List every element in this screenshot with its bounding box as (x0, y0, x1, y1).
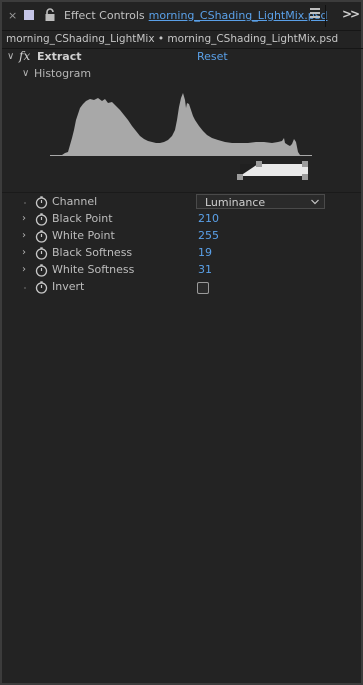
histogram-shape (50, 93, 312, 156)
channel-label: Channel (52, 195, 98, 208)
stopwatch-icon[interactable] (35, 196, 48, 209)
white-softness-handle (302, 174, 308, 180)
white-point-label: White Point (52, 229, 115, 242)
close-panel-icon[interactable]: × (8, 9, 17, 22)
params-separator (2, 192, 361, 193)
param-row-channel[interactable]: Channel Luminance (2, 194, 361, 211)
expand-chevron-icon[interactable]: › (22, 230, 26, 241)
effect-expand-chevron-icon[interactable]: ∨ (7, 51, 14, 62)
stopwatch-icon[interactable] (35, 247, 48, 260)
histogram-chart (50, 93, 312, 180)
histogram-label: Histogram (34, 67, 92, 80)
panel-title: Effect Controls morning_CShading_LightMix… (64, 9, 327, 22)
expand-chevron-icon[interactable]: › (22, 213, 26, 224)
panel-menu-icon[interactable] (310, 8, 320, 20)
black-softness-handle (237, 174, 243, 180)
white-point-value[interactable]: 255 (198, 229, 219, 242)
invert-label: Invert (52, 280, 85, 293)
no-expand-indicator (24, 202, 26, 204)
param-row-white-softness[interactable]: › White Softness 31 (2, 262, 361, 279)
histogram-expand-chevron-icon[interactable]: ∨ (22, 68, 29, 79)
effect-row-extract[interactable]: ∨ fx Extract Reset (2, 49, 361, 66)
white-softness-value[interactable]: 31 (198, 263, 212, 276)
param-row-black-softness[interactable]: › Black Softness 19 (2, 245, 361, 262)
param-row-white-point[interactable]: › White Point 255 (2, 228, 361, 245)
no-expand-indicator (24, 287, 26, 289)
white-softness-label: White Softness (52, 263, 135, 276)
effect-controls-panel: × Effect Controls morning_CShading_LightM… (0, 0, 363, 685)
panel-header: × Effect Controls morning_CShading_LightM… (2, 2, 361, 31)
channel-dropdown[interactable]: Luminance (196, 194, 325, 209)
white-point-handle (302, 161, 308, 167)
fx-toggle-icon[interactable]: fx (19, 49, 30, 63)
invert-checkbox[interactable] (197, 282, 209, 294)
lock-icon[interactable] (44, 8, 56, 22)
histogram-row[interactable]: ∨ Histogram (2, 66, 361, 83)
black-point-label: Black Point (52, 212, 113, 225)
expand-chevron-icon[interactable]: › (22, 264, 26, 275)
channel-selected-value: Luminance (205, 196, 266, 209)
expand-chevron-icon[interactable]: › (22, 247, 26, 258)
stopwatch-icon[interactable] (35, 230, 48, 243)
reset-button[interactable]: Reset (197, 50, 228, 63)
overflow-chevrons-icon[interactable]: >> (342, 7, 360, 21)
black-softness-value[interactable]: 19 (198, 246, 212, 259)
stopwatch-icon[interactable] (35, 264, 48, 277)
panel-color-icon (24, 10, 34, 20)
black-softness-label: Black Softness (52, 246, 133, 259)
black-point-value[interactable]: 210 (198, 212, 219, 225)
stopwatch-icon[interactable] (35, 213, 48, 226)
panel-file-tab[interactable]: morning_CShading_LightMix.psd (149, 9, 328, 22)
layer-breadcrumb[interactable]: morning_CShading_LightMix • morning_CSha… (2, 31, 363, 49)
header-divider (325, 5, 326, 27)
param-row-black-point[interactable]: › Black Point 210 (2, 211, 361, 228)
black-point-handle (256, 161, 262, 167)
param-row-invert[interactable]: Invert (2, 279, 361, 296)
panel-title-label: Effect Controls (64, 9, 145, 22)
effect-name: Extract (37, 50, 82, 63)
stopwatch-icon[interactable] (35, 281, 48, 294)
dropdown-chevron-icon (311, 199, 319, 205)
